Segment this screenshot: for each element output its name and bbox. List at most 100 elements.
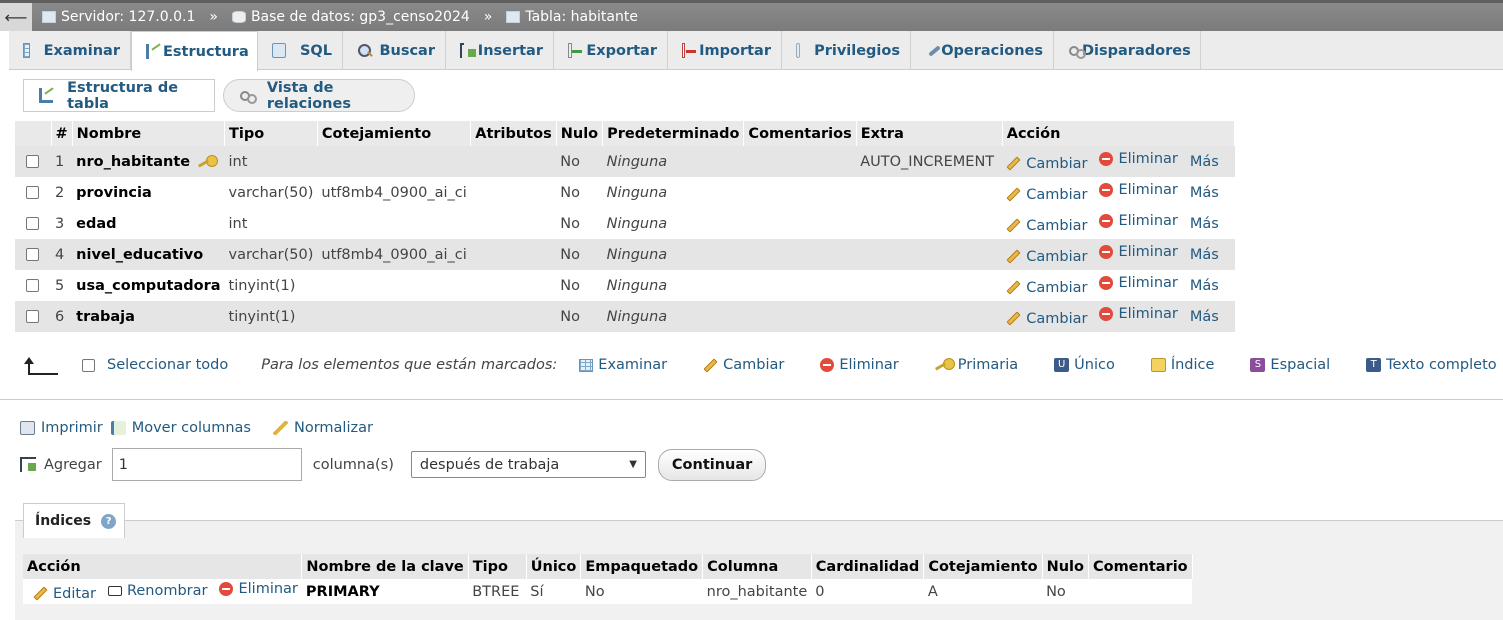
breadcrumb-database[interactable]: Base de datos: gp3_censo2024 (251, 9, 470, 25)
bulk-index-button[interactable]: Índice (1150, 357, 1214, 373)
row-number: 5 (51, 270, 73, 301)
normalize-button[interactable]: Normalizar (273, 420, 373, 436)
select-all-checkbox[interactable] (82, 358, 95, 372)
tab-buscar[interactable]: Buscar (343, 31, 446, 70)
column-collation (317, 208, 471, 239)
column-header: Nombre de la clave (301, 554, 469, 579)
column-default: Ninguna (602, 146, 744, 177)
tab-importar[interactable]: Importar (668, 31, 782, 70)
index-comment (1088, 579, 1193, 604)
column-name-cell: nro_habitante (72, 146, 225, 177)
table-row: 1 nro_habitante int No Ninguna AUTO_INCR… (15, 146, 1235, 177)
bulk-spatial-button[interactable]: S Espacial (1250, 357, 1330, 373)
more-button[interactable]: Más (1190, 154, 1219, 170)
help-icon[interactable]: ? (101, 513, 117, 529)
pencil-icon (1006, 249, 1021, 264)
drop-button[interactable]: Eliminar (1099, 151, 1178, 167)
more-button[interactable]: Más (1190, 216, 1219, 232)
breadcrumb-table[interactable]: Tabla: habitante (525, 9, 638, 25)
rename-index-button[interactable]: Renombrar (107, 583, 207, 599)
change-button[interactable]: Cambiar (1006, 218, 1087, 234)
column-attributes (470, 301, 557, 332)
change-button[interactable]: Cambiar (1006, 187, 1087, 203)
more-button[interactable]: Más (1190, 185, 1219, 201)
bulk-action-label: Primaria (957, 357, 1019, 373)
column-count-value: 1 (118, 456, 128, 473)
row-checkbox[interactable] (26, 217, 39, 230)
more-button[interactable]: Más (1190, 247, 1219, 263)
breadcrumb-separator: » (209, 9, 218, 25)
breadcrumb-server[interactable]: Servidor: 127.0.0.1 (61, 9, 195, 25)
bulk-fulltext-button[interactable]: T Texto completo (1366, 357, 1497, 373)
change-label: Cambiar (1026, 217, 1088, 234)
row-checkbox[interactable] (26, 279, 39, 292)
pencil-icon (1006, 280, 1021, 295)
insert-icon (460, 43, 476, 58)
column-header[interactable]: Nombre (72, 121, 226, 146)
tab-estructura[interactable]: Estructura (131, 31, 258, 71)
columns-unit-label: columna(s) (312, 456, 394, 473)
change-button[interactable]: Cambiar (1006, 280, 1087, 296)
position-select[interactable]: después de trabaja ▼ (410, 451, 646, 478)
change-button[interactable]: Cambiar (1006, 249, 1087, 265)
column-header: Extra (856, 121, 1003, 146)
drop-button[interactable]: Eliminar (1099, 182, 1178, 198)
bulk-actions-bar: Seleccionar todo Para los elementos que … (22, 352, 1502, 378)
column-comments (743, 146, 857, 177)
drop-index-button[interactable]: Eliminar (219, 581, 298, 597)
more-button[interactable]: Más (1190, 278, 1219, 294)
subtab-relation-view[interactable]: Vista de relaciones (223, 79, 415, 112)
row-checkbox[interactable] (26, 310, 39, 323)
continue-button[interactable]: Continuar (657, 448, 767, 481)
column-count-input[interactable]: 1 (111, 448, 302, 481)
edit-index-button[interactable]: Editar (33, 586, 96, 602)
column-attributes (470, 146, 557, 177)
row-checkbox[interactable] (26, 186, 39, 199)
drop-button[interactable]: Eliminar (1099, 306, 1178, 322)
bulk-browse-button[interactable]: Examinar (579, 357, 667, 373)
spatial-icon: S (1250, 358, 1266, 372)
column-header: # (51, 121, 73, 146)
tab-exportar[interactable]: Exportar (554, 31, 668, 70)
add-columns-row: Agregar 1 columna(s) después de trabaja ▼… (20, 448, 767, 481)
server-icon (42, 11, 56, 23)
print-button[interactable]: Imprimir (20, 420, 103, 436)
row-checkbox[interactable] (26, 248, 39, 261)
table-row: 6 trabaja tinyint(1) No Ninguna Cambiar E… (15, 301, 1235, 332)
column-comments (743, 270, 857, 301)
delete-icon (1099, 245, 1114, 260)
subtab-table-structure[interactable]: Estructura de tabla (23, 79, 215, 112)
row-actions: Cambiar Eliminar Más (1002, 239, 1235, 270)
bulk-drop-button[interactable]: Eliminar (820, 357, 899, 373)
row-checkbox-cell (15, 177, 51, 208)
column-type: varchar(50) (224, 239, 318, 270)
move-columns-button[interactable]: Mover columnas (110, 420, 251, 436)
bulk-change-button[interactable]: Cambiar (703, 357, 784, 373)
column-extra (856, 301, 1003, 332)
tab-examinar[interactable]: Examinar (9, 31, 131, 70)
change-button[interactable]: Cambiar (1006, 156, 1087, 172)
index-key-name: PRIMARY (301, 579, 469, 604)
delete-icon (1099, 214, 1114, 229)
tab-label: Importar (699, 42, 771, 59)
drop-button[interactable]: Eliminar (1099, 213, 1178, 229)
tab-operaciones[interactable]: Operaciones (911, 31, 1054, 70)
tab-sql[interactable]: SQL (258, 31, 343, 70)
column-name: nro_habitante (76, 153, 191, 170)
bulk-action-label: Examinar (598, 357, 668, 373)
tab-insertar[interactable]: Insertar (446, 31, 554, 70)
drop-button[interactable]: Eliminar (1099, 275, 1178, 291)
row-checkbox[interactable] (26, 155, 39, 168)
tab-privilegios[interactable]: Privilegios (782, 31, 911, 70)
bulk-primary-button[interactable]: Primaria (935, 357, 1018, 373)
column-collation: utf8mb4_0900_ai_ci (317, 239, 471, 270)
more-button[interactable]: Más (1190, 309, 1219, 325)
bulk-unique-button[interactable]: U Único (1054, 357, 1115, 373)
drop-button[interactable]: Eliminar (1099, 244, 1178, 260)
tab-disparadores[interactable]: Disparadores (1054, 31, 1201, 70)
column-header: Acción (23, 554, 303, 579)
printer-icon (20, 421, 35, 435)
back-arrow-icon[interactable]: ⟵ (0, 3, 32, 31)
change-button[interactable]: Cambiar (1006, 311, 1087, 327)
select-all-label[interactable]: Seleccionar todo (107, 357, 228, 373)
